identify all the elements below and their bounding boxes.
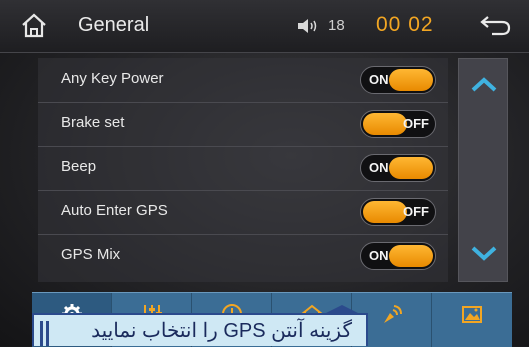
setting-row-brake-set[interactable]: Brake set OFF — [38, 102, 448, 147]
toggle-knob — [389, 69, 433, 91]
gps-mix-toggle[interactable]: ON — [360, 242, 436, 270]
chevron-down-icon[interactable] — [469, 245, 499, 263]
setting-row-any-key-power[interactable]: Any Key Power ON — [38, 58, 448, 103]
toggle-state: ON — [369, 248, 389, 263]
satellite-icon — [384, 305, 402, 323]
toggle-state: OFF — [403, 116, 429, 131]
setting-row-auto-enter-gps[interactable]: Auto Enter GPS OFF — [38, 190, 448, 235]
back-arrow-icon[interactable] — [478, 14, 512, 36]
home-icon[interactable] — [20, 12, 48, 38]
list-scrollbar[interactable] — [458, 58, 508, 282]
toggle-state: ON — [369, 160, 389, 175]
tab-display[interactable] — [432, 293, 512, 347]
setting-label: Any Key Power — [61, 70, 164, 87]
caption-accent-bar — [40, 321, 43, 346]
setting-row-beep[interactable]: Beep ON — [38, 146, 448, 191]
page-title: General — [78, 14, 150, 36]
toggle-state: OFF — [403, 204, 429, 219]
setting-row-gps-mix[interactable]: GPS Mix ON — [38, 234, 448, 278]
setting-label: Brake set — [61, 114, 125, 131]
speaker-icon — [298, 19, 317, 33]
picture-icon — [462, 306, 482, 323]
any-key-power-toggle[interactable]: ON — [360, 66, 436, 94]
auto-enter-gps-toggle[interactable]: OFF — [360, 198, 436, 226]
toggle-knob — [363, 201, 407, 223]
setting-label: GPS Mix — [61, 246, 121, 263]
settings-list: Any Key Power ON Brake set OFF Beep ON A… — [38, 58, 448, 282]
header-bar: General 18 00 02 — [0, 0, 529, 53]
toggle-state: ON — [369, 72, 389, 87]
toggle-knob — [389, 245, 433, 267]
volume-level: 18 — [328, 17, 345, 34]
brake-set-toggle[interactable]: OFF — [360, 110, 436, 138]
setting-label: Beep — [61, 158, 97, 175]
toggle-knob — [363, 113, 407, 135]
toggle-knob — [389, 157, 433, 179]
beep-toggle[interactable]: ON — [360, 154, 436, 182]
clock-display: 00 02 — [376, 13, 434, 36]
caption-text: گزینه آنتن GPS را انتخاب نمایید — [91, 320, 352, 342]
chevron-up-icon[interactable] — [469, 75, 499, 93]
setting-label: Auto Enter GPS — [61, 202, 168, 219]
caption-accent-bar — [46, 321, 49, 346]
subtitle-caption: گزینه آنتن GPS را انتخاب نمایید — [32, 313, 368, 346]
